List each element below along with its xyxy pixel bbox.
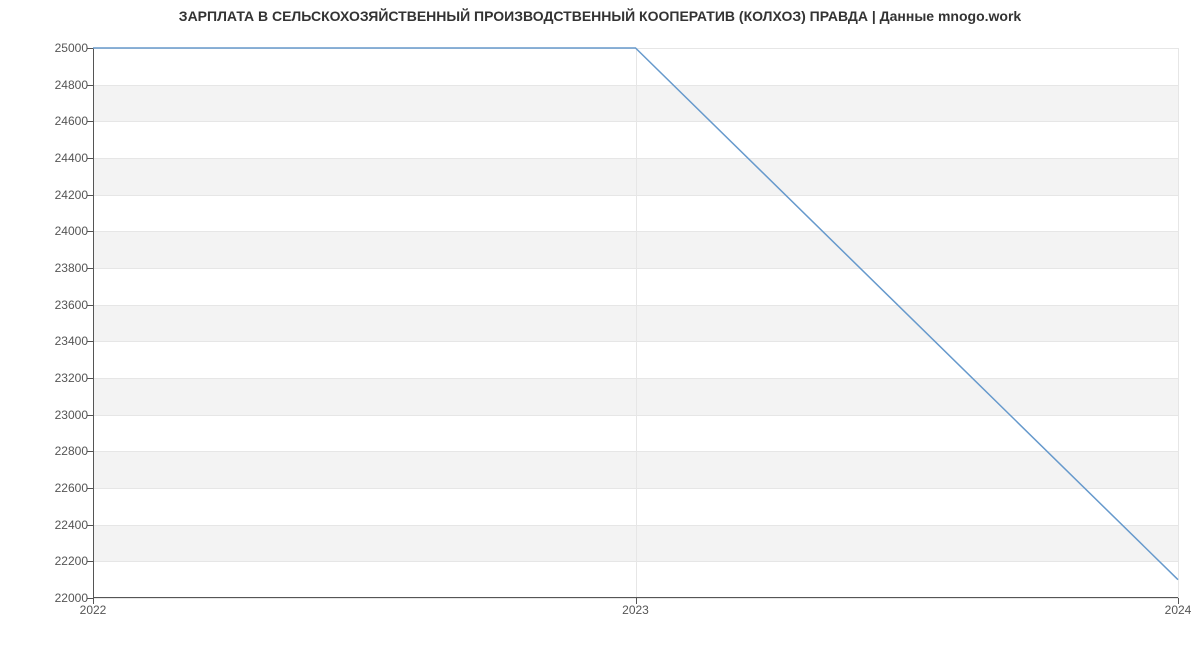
plot-area xyxy=(93,48,1178,598)
y-tick-label: 23600 xyxy=(8,298,88,312)
chart-container: { "chart_data": { "type": "line", "title… xyxy=(0,0,1200,650)
y-tick-label: 22000 xyxy=(8,591,88,605)
y-tick-label: 23200 xyxy=(8,371,88,385)
y-tick-label: 25000 xyxy=(8,41,88,55)
y-tick-label: 23000 xyxy=(8,408,88,422)
y-tick-label: 24200 xyxy=(8,188,88,202)
y-tick-label: 24400 xyxy=(8,151,88,165)
series-line xyxy=(93,48,1178,580)
x-tick-label: 2022 xyxy=(80,603,107,617)
chart-title: ЗАРПЛАТА В СЕЛЬСКОХОЗЯЙСТВЕННЫЙ ПРОИЗВОД… xyxy=(0,0,1200,24)
y-tick-label: 24800 xyxy=(8,78,88,92)
y-tick-label: 24000 xyxy=(8,224,88,238)
y-tick-label: 24600 xyxy=(8,114,88,128)
y-tick-label: 22400 xyxy=(8,518,88,532)
y-tick-label: 22800 xyxy=(8,444,88,458)
y-tick-label: 23400 xyxy=(8,334,88,348)
x-grid-line xyxy=(1178,48,1179,598)
x-tick-label: 2024 xyxy=(1165,603,1192,617)
y-tick-label: 23800 xyxy=(8,261,88,275)
y-tick-label: 22200 xyxy=(8,554,88,568)
line-layer xyxy=(93,48,1178,598)
x-tick-label: 2023 xyxy=(622,603,649,617)
y-tick-label: 22600 xyxy=(8,481,88,495)
